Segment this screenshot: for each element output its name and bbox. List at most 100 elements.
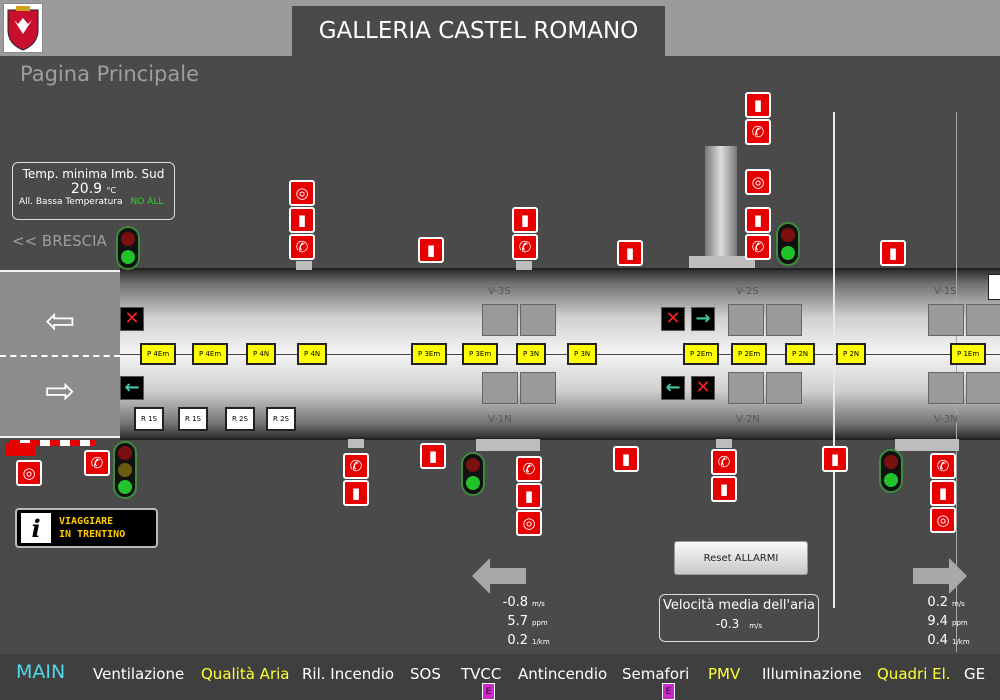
sign-post — [296, 261, 312, 270]
sos-phone-icon[interactable]: ✆ — [343, 453, 369, 479]
nav-tvcc[interactable]: TVCC — [461, 665, 501, 683]
nav-illuminazione[interactable]: Illuminazione — [762, 665, 862, 683]
air-speed-panel: Velocità media dell'aria -0.3 m/s — [659, 594, 819, 642]
lane-closed-icon[interactable]: ✕ — [691, 376, 715, 400]
temperature-unit: °C — [106, 186, 117, 195]
panel-p[interactable]: P 2N — [785, 343, 816, 365]
fire-hose-icon[interactable]: ◎ — [289, 180, 315, 206]
right-measurements: 0.2 m/s 9.4 ppm 0.4 1/km — [900, 594, 970, 651]
fire-hose-icon[interactable]: ◎ — [745, 169, 771, 195]
panel-r[interactable]: R 1S — [178, 407, 208, 431]
temperature-alarm-status: NO ALL — [130, 197, 164, 207]
info-icon: i — [21, 513, 51, 543]
fan-v2s[interactable] — [728, 304, 802, 336]
panel-p[interactable]: P 2Em — [731, 343, 768, 365]
left-arrow-icon: ⇦ — [45, 301, 76, 342]
fire-extinguisher-icon[interactable]: ▮ — [822, 446, 848, 472]
fan-v1n[interactable] — [482, 372, 556, 404]
sign-post — [716, 439, 732, 448]
temperature-panel: Temp. minima Imb. Sud 20.9 °C All. Bassa… — [12, 162, 175, 220]
sos-phone-icon[interactable]: ✆ — [516, 456, 542, 482]
panel-p[interactable]: P 3N — [516, 343, 547, 365]
fire-extinguisher-icon[interactable]: ▮ — [880, 240, 906, 266]
fire-extinguisher-icon[interactable]: ▮ — [418, 237, 444, 263]
fan-label: V-3N — [934, 414, 958, 425]
nav-ventilazione[interactable]: Ventilazione — [93, 665, 184, 683]
fire-hose-icon[interactable]: ◎ — [16, 460, 42, 486]
sos-phone-icon[interactable]: ✆ — [289, 234, 315, 260]
left-measurements: -0.8 m/s 5.7 ppm 0.2 1/km — [480, 594, 550, 651]
panel-r[interactable]: R 1S — [134, 407, 164, 431]
sign-post — [895, 439, 959, 451]
lane-arrow-right-icon[interactable]: → — [691, 307, 715, 331]
nav-sos[interactable]: SOS — [410, 665, 441, 683]
sos-phone-icon[interactable]: ✆ — [930, 453, 956, 479]
sos-phone-icon[interactable]: ✆ — [84, 450, 110, 476]
fire-extinguisher-icon[interactable]: ▮ — [930, 480, 956, 506]
panel-p[interactable]: P 1Em — [950, 343, 987, 365]
fire-extinguisher-icon[interactable]: ▮ — [613, 446, 639, 472]
panel-r[interactable]: R 2S — [225, 407, 255, 431]
sos-phone-icon[interactable]: ✆ — [512, 234, 538, 260]
sos-phone-icon[interactable]: ✆ — [745, 119, 771, 145]
fire-extinguisher-icon[interactable]: ▮ — [343, 480, 369, 506]
fire-extinguisher-icon[interactable]: ▮ — [745, 92, 771, 118]
fire-extinguisher-icon[interactable]: ▮ — [516, 483, 542, 509]
panel-p[interactable]: P 3Em — [411, 343, 448, 365]
nav-quadri-el[interactable]: Quadri El. — [877, 665, 951, 683]
lane-arrow-left-icon[interactable]: ← — [120, 376, 144, 400]
panel-p[interactable]: P 3N — [567, 343, 598, 365]
nav-antincendio[interactable]: Antincendio — [518, 665, 607, 683]
panel-p[interactable]: P 2Em — [683, 343, 720, 365]
lane-closed-icon[interactable]: ✕ — [120, 307, 144, 331]
fire-hose-icon[interactable]: ◎ — [516, 510, 542, 536]
panel-p[interactable]: P 4Em — [140, 343, 177, 365]
sos-phone-icon[interactable]: ✆ — [745, 234, 771, 260]
reset-alarms-button[interactable]: Reset ALLARMI — [674, 541, 808, 575]
meas-unit: ppm — [952, 619, 968, 627]
nav-ge[interactable]: GE — [964, 665, 985, 683]
tunnel-entrance: ⇦ ⇨ — [0, 270, 120, 438]
panel-p[interactable]: P 4N — [297, 343, 328, 365]
nav-ril-incendio[interactable]: Ril. Incendio — [302, 665, 394, 683]
lane-closed-icon[interactable]: ✕ — [661, 307, 685, 331]
fire-extinguisher-icon[interactable]: ▮ — [711, 476, 737, 502]
fan-label: V-2S — [736, 286, 759, 297]
meas-unit: 1/km — [952, 638, 970, 646]
fan-v2n[interactable] — [728, 372, 802, 404]
sign-post — [348, 439, 364, 448]
fire-extinguisher-icon[interactable]: ▮ — [289, 207, 315, 233]
fire-extinguisher-icon[interactable]: ▮ — [420, 443, 446, 469]
nav-pmv[interactable]: PMV — [708, 665, 740, 683]
nav-qualita-aria[interactable]: Qualità Aria — [201, 665, 289, 683]
panel-r[interactable]: R 2S — [266, 407, 296, 431]
nav-main[interactable]: MAIN — [16, 661, 65, 683]
air-speed-unit: m/s — [749, 622, 763, 630]
traffic-light-3[interactable] — [113, 441, 137, 499]
nav-semafori[interactable]: Semafori — [622, 665, 689, 683]
lane-divider — [0, 355, 120, 357]
sos-phone-icon[interactable]: ✆ — [711, 449, 737, 475]
fire-extinguisher-icon[interactable]: ▮ — [512, 207, 538, 233]
info-line2: IN TRENTINO — [59, 529, 126, 540]
tunnel-title: GALLERIA CASTEL ROMANO — [292, 6, 665, 56]
traffic-light[interactable] — [116, 226, 140, 270]
fire-extinguisher-icon[interactable]: ▮ — [617, 240, 643, 266]
lane-arrow-left-icon[interactable]: ← — [661, 376, 685, 400]
edge-panel[interactable] — [988, 274, 1000, 300]
panel-p[interactable]: P 2N — [836, 343, 867, 365]
traffic-light[interactable] — [776, 222, 800, 266]
fan-v1s[interactable] — [928, 304, 1000, 336]
barrier-base — [5, 443, 35, 456]
fan-v3s[interactable] — [482, 304, 556, 336]
traffic-light[interactable] — [461, 452, 485, 496]
traffic-light[interactable] — [879, 449, 903, 493]
info-badge[interactable]: i VIAGGIARE IN TRENTINO — [15, 508, 158, 548]
panel-p[interactable]: P 4N — [246, 343, 277, 365]
position-marker — [833, 112, 835, 608]
fire-hose-icon[interactable]: ◎ — [930, 507, 956, 533]
panel-p[interactable]: P 4Em — [192, 343, 229, 365]
fan-v3n[interactable] — [928, 372, 1000, 404]
panel-p[interactable]: P 3Em — [462, 343, 499, 365]
fire-extinguisher-icon[interactable]: ▮ — [745, 207, 771, 233]
